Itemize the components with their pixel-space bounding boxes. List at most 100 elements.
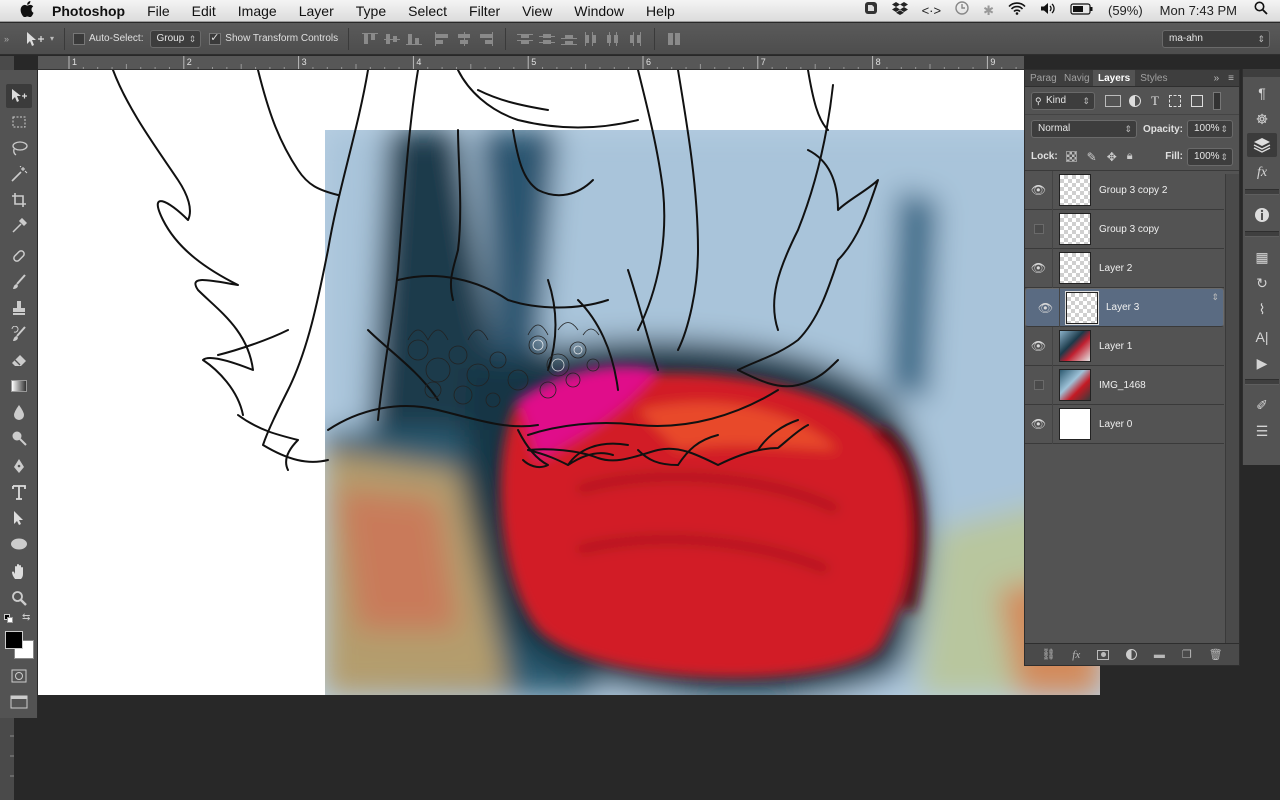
- paragraph-panel-icon[interactable]: ¶: [1247, 81, 1277, 105]
- swap-colors-icon[interactable]: ⇆: [22, 612, 30, 623]
- add-layer-style-icon[interactable]: fx: [1072, 649, 1080, 661]
- healing-brush-tool-icon[interactable]: [6, 244, 32, 268]
- dodge-tool-icon[interactable]: [6, 426, 32, 450]
- move-tool-icon[interactable]: [6, 84, 32, 108]
- eyedropper-tool-icon[interactable]: [6, 214, 32, 238]
- paths-panel-icon[interactable]: ⌇: [1247, 297, 1277, 321]
- panel-collapse-icon[interactable]: »: [4, 34, 16, 44]
- lasso-tool-icon[interactable]: [6, 136, 32, 160]
- type-tool-icon[interactable]: [6, 480, 32, 504]
- new-layer-icon[interactable]: ❐: [1182, 648, 1192, 661]
- opacity-field[interactable]: 100%: [1187, 120, 1233, 138]
- history-brush-tool-icon[interactable]: [6, 322, 32, 346]
- apple-menu-icon[interactable]: [12, 0, 42, 21]
- auto-align-layers-icon[interactable]: [665, 31, 683, 47]
- tab-paragraph[interactable]: Parag: [1025, 70, 1059, 86]
- distribute-right-edges-icon[interactable]: [626, 31, 644, 47]
- auto-select-checkbox[interactable]: [73, 32, 86, 45]
- distribute-top-edges-icon[interactable]: [516, 31, 534, 47]
- magic-wand-tool-icon[interactable]: [6, 162, 32, 186]
- lock-position-icon[interactable]: ✥: [1107, 150, 1117, 164]
- screen-mode-icon[interactable]: [6, 690, 32, 714]
- dropbox-icon[interactable]: [885, 0, 915, 22]
- bluetooth-icon[interactable]: ✱: [976, 0, 1001, 22]
- time-machine-icon[interactable]: [948, 0, 976, 22]
- show-transform-controls-checkbox[interactable]: [209, 31, 222, 45]
- styles-panel-icon[interactable]: fx: [1247, 161, 1277, 185]
- filter-shape-icon[interactable]: [1168, 94, 1181, 107]
- add-layer-mask-icon[interactable]: [1097, 649, 1110, 660]
- menu-window[interactable]: Window: [563, 0, 635, 22]
- layer-row-layer-1[interactable]: 👁︎ Layer 1: [1025, 326, 1224, 366]
- lock-all-icon[interactable]: 🔒︎: [1127, 150, 1133, 163]
- menu-image[interactable]: Image: [227, 0, 288, 22]
- align-vertical-centers-icon[interactable]: [383, 31, 401, 47]
- hand-tool-icon[interactable]: [6, 560, 32, 584]
- menu-view[interactable]: View: [511, 0, 563, 22]
- tab-navigator[interactable]: Navig: [1059, 70, 1093, 86]
- document-canvas[interactable]: [38, 70, 1100, 695]
- menu-help[interactable]: Help: [635, 0, 686, 22]
- link-layers-icon[interactable]: ⛓︎: [1041, 648, 1055, 661]
- adjustments-panel-icon[interactable]: ☰: [1247, 419, 1277, 443]
- battery-icon[interactable]: [1063, 0, 1101, 22]
- align-top-edges-icon[interactable]: [361, 31, 379, 47]
- eraser-tool-icon[interactable]: [6, 348, 32, 372]
- clone-stamp-tool-icon[interactable]: [6, 296, 32, 320]
- panel-expand-icon[interactable]: »: [1210, 70, 1224, 86]
- wifi-icon[interactable]: [1001, 0, 1033, 22]
- new-group-icon[interactable]: ▬: [1154, 649, 1165, 661]
- distribute-vertical-centers-icon[interactable]: [538, 31, 556, 47]
- filter-smart-object-icon[interactable]: [1190, 94, 1203, 107]
- lock-image-pixels-icon[interactable]: ✎: [1087, 150, 1097, 164]
- character-panel-icon[interactable]: A|: [1247, 325, 1277, 349]
- layers-panel-icon[interactable]: [1247, 133, 1277, 157]
- menubar-clock[interactable]: Mon 7:43 PM: [1150, 0, 1247, 22]
- spotlight-search-icon[interactable]: [1247, 0, 1280, 22]
- zoom-tool-icon[interactable]: [6, 586, 32, 610]
- brush-presets-panel-icon[interactable]: ✐: [1247, 393, 1277, 417]
- layer-row-img-1468[interactable]: IMG_1468: [1025, 365, 1224, 405]
- default-colors-icon[interactable]: [4, 614, 14, 624]
- crop-tool-icon[interactable]: [6, 188, 32, 212]
- navigator-panel-icon[interactable]: ☸: [1247, 107, 1277, 131]
- visibility-eye-icon[interactable]: 👁︎: [1032, 288, 1060, 327]
- history-panel-icon[interactable]: ↻: [1247, 271, 1277, 295]
- gradient-tool-icon[interactable]: [6, 374, 32, 398]
- volume-icon[interactable]: [1033, 0, 1063, 22]
- visibility-eye-icon[interactable]: 👁︎: [1025, 404, 1053, 444]
- menu-edit[interactable]: Edit: [181, 0, 227, 22]
- filter-toggle-icon[interactable]: [1212, 91, 1221, 110]
- layer-row-layer-2[interactable]: 👁︎ Layer 2: [1025, 248, 1224, 288]
- path-selection-tool-icon[interactable]: [6, 506, 32, 530]
- ellipse-tool-icon[interactable]: [6, 532, 32, 556]
- visibility-toggle-empty[interactable]: [1025, 365, 1053, 405]
- menu-layer[interactable]: Layer: [288, 0, 345, 22]
- align-horizontal-centers-icon[interactable]: [455, 31, 473, 47]
- quick-mask-icon[interactable]: [6, 664, 32, 688]
- tab-layers[interactable]: Layers: [1093, 70, 1136, 86]
- workspace-switcher[interactable]: ma-ahn: [1162, 29, 1270, 48]
- distribute-left-edges-icon[interactable]: [582, 31, 600, 47]
- layer-row-group-3-copy[interactable]: Group 3 copy: [1025, 209, 1224, 249]
- fill-field[interactable]: 100%: [1187, 147, 1233, 166]
- filter-adjustment-icon[interactable]: [1129, 94, 1141, 107]
- align-right-edges-icon[interactable]: [477, 31, 495, 47]
- blend-mode-dropdown[interactable]: Normal: [1031, 120, 1137, 138]
- menu-file[interactable]: File: [136, 0, 181, 22]
- move-tool-preset-icon[interactable]: ▾: [24, 31, 54, 47]
- filter-pixel-icon[interactable]: [1105, 94, 1121, 107]
- code-brackets-icon[interactable]: <·>: [915, 0, 949, 22]
- actions-panel-icon[interactable]: ▶: [1247, 351, 1277, 375]
- visibility-eye-icon[interactable]: 👁︎: [1025, 326, 1053, 366]
- menu-select[interactable]: Select: [397, 0, 458, 22]
- info-panel-icon[interactable]: [1247, 203, 1277, 227]
- align-bottom-edges-icon[interactable]: [405, 31, 423, 47]
- dock-grip[interactable]: [1243, 69, 1280, 77]
- swatches-panel-icon[interactable]: ▦: [1247, 245, 1277, 269]
- marquee-tool-icon[interactable]: [6, 110, 32, 134]
- foreground-color-swatch[interactable]: [5, 631, 23, 649]
- visibility-eye-icon[interactable]: 👁︎: [1025, 170, 1053, 210]
- new-adjustment-layer-icon[interactable]: [1126, 649, 1138, 660]
- visibility-eye-icon[interactable]: 👁︎: [1025, 248, 1053, 288]
